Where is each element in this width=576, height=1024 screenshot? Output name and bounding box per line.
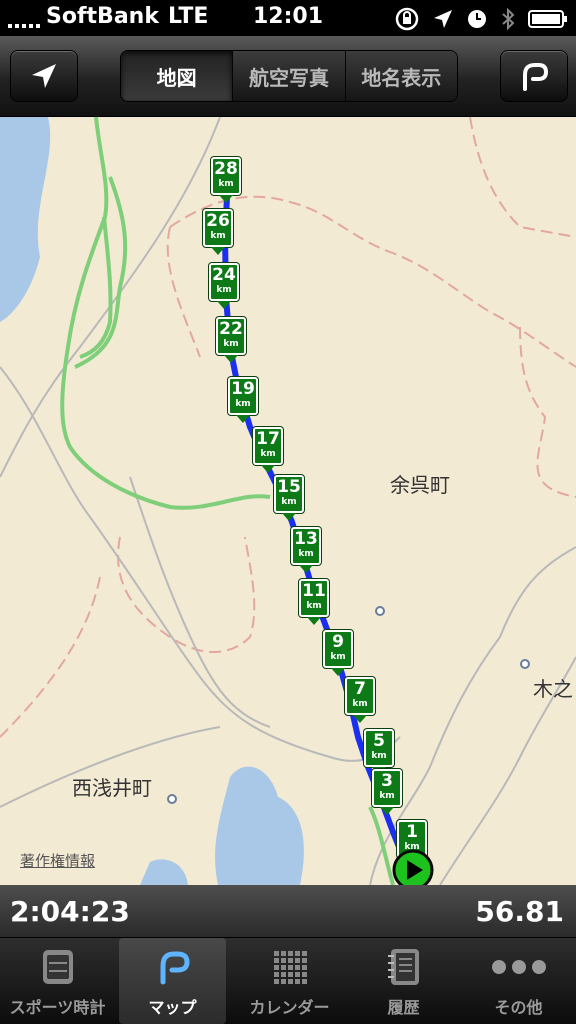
km-unit: km bbox=[210, 231, 226, 241]
tab-label: その他 bbox=[494, 998, 543, 1017]
km-unit: km bbox=[260, 449, 276, 459]
town-dot bbox=[167, 794, 177, 804]
location-services-icon bbox=[434, 10, 452, 28]
km-unit: km bbox=[306, 601, 322, 611]
km-number: 28 bbox=[214, 159, 238, 179]
tab-more[interactable]: その他 bbox=[461, 938, 576, 1024]
km-unit: km bbox=[298, 549, 314, 559]
km-number: 17 bbox=[256, 429, 280, 449]
calendar-icon bbox=[273, 951, 307, 984]
tab-history[interactable]: 履歴 bbox=[346, 938, 461, 1024]
bluetooth-icon bbox=[502, 7, 515, 31]
km-marker[interactable]: 19 km bbox=[228, 377, 258, 423]
km-number: 26 bbox=[206, 211, 230, 231]
km-number: 11 bbox=[302, 581, 326, 601]
map-type-segmented-control: 地図 航空写真 地名表示 bbox=[120, 50, 458, 102]
route-icon bbox=[523, 63, 549, 91]
km-unit: km bbox=[281, 497, 297, 507]
tab-label: カレンダー bbox=[249, 998, 330, 1017]
km-unit: km bbox=[216, 285, 232, 295]
segment-map[interactable]: 地図 bbox=[121, 51, 233, 101]
km-marker[interactable]: 11 km bbox=[299, 579, 329, 625]
km-marker[interactable]: 13 km bbox=[291, 527, 321, 573]
km-unit: km bbox=[218, 179, 234, 189]
navigation-bar: 地図 航空写真 地名表示 bbox=[0, 36, 576, 117]
stopwatch-icon bbox=[42, 950, 73, 984]
km-number: 3 bbox=[381, 771, 393, 791]
km-marker[interactable]: 3 km bbox=[372, 769, 402, 815]
town-dot bbox=[520, 659, 530, 669]
attribution-link[interactable]: 著作権情報 bbox=[20, 850, 95, 871]
km-number: 22 bbox=[219, 319, 243, 339]
km-marker[interactable]: 17 km bbox=[253, 427, 283, 473]
km-marker[interactable]: 15 km bbox=[274, 475, 304, 521]
km-unit: km bbox=[352, 699, 368, 709]
battery-icon bbox=[528, 10, 567, 28]
elapsed-time: 2:04:23 bbox=[10, 895, 130, 928]
current-location-button[interactable] bbox=[10, 50, 78, 102]
km-marker[interactable]: 26 km bbox=[203, 209, 233, 255]
tab-label: 履歴 bbox=[387, 998, 420, 1017]
boundary-lines bbox=[0, 117, 576, 738]
km-marker[interactable]: 22 km bbox=[216, 317, 246, 363]
km-number: 9 bbox=[332, 632, 344, 652]
km-marker[interactable]: 9 km bbox=[323, 630, 353, 676]
km-number: 5 bbox=[373, 731, 385, 751]
tab-bar: スポーツ時計 マップ カレンダー 履歴 その他 bbox=[0, 938, 576, 1024]
km-number: 15 bbox=[277, 477, 301, 497]
rotation-lock-icon bbox=[395, 7, 419, 31]
notebook-icon bbox=[387, 949, 419, 985]
km-number: 19 bbox=[231, 379, 255, 399]
km-number: 1 bbox=[406, 822, 418, 842]
km-unit: km bbox=[235, 399, 251, 409]
tab-label: スポーツ時計 bbox=[9, 998, 106, 1017]
segment-place-names[interactable]: 地名表示 bbox=[344, 51, 457, 101]
km-marker[interactable]: 24 km bbox=[209, 263, 239, 309]
km-unit: km bbox=[223, 339, 239, 349]
km-number: 13 bbox=[294, 529, 318, 549]
start-marker[interactable] bbox=[392, 849, 434, 885]
km-unit: km bbox=[379, 791, 395, 801]
km-marker[interactable]: 7 km bbox=[345, 677, 375, 723]
place-label: 西浅井町 bbox=[72, 776, 152, 800]
segment-aerial[interactable]: 航空写真 bbox=[232, 51, 345, 101]
km-unit: km bbox=[371, 751, 387, 761]
workout-summary-bar: 2:04:23 56.81 bbox=[0, 885, 576, 937]
tab-map[interactable]: マップ bbox=[119, 938, 226, 1024]
more-icon bbox=[491, 960, 546, 974]
alarm-clock-icon bbox=[468, 10, 486, 28]
tab-sports-watch[interactable]: スポーツ時計 bbox=[0, 938, 115, 1024]
km-marker[interactable]: 28 km bbox=[211, 157, 241, 203]
map-view[interactable]: 28 km 26 km 24 km 22 km 19 km 17 km 15 km 13 km 11 km 9 km 7… bbox=[0, 117, 576, 885]
tab-calendar[interactable]: カレンダー bbox=[232, 938, 347, 1024]
distance: 56.81 bbox=[475, 895, 564, 928]
town-dot bbox=[375, 606, 385, 616]
location-arrow-icon bbox=[32, 64, 56, 88]
km-number: 24 bbox=[212, 265, 236, 285]
place-label: 余呉町 bbox=[390, 473, 450, 497]
route-icon bbox=[160, 951, 190, 985]
km-number: 7 bbox=[354, 679, 366, 699]
status-bar: SoftBank LTE 12:01 bbox=[0, 0, 576, 36]
route-button[interactable] bbox=[500, 50, 568, 102]
tab-label: マップ bbox=[148, 998, 197, 1017]
km-unit: km bbox=[330, 652, 346, 662]
place-label: 木之 bbox=[533, 677, 573, 701]
